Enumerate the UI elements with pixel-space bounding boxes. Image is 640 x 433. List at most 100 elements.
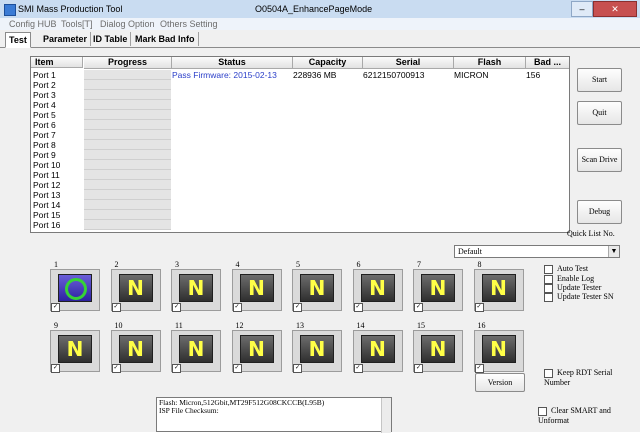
table-row[interactable]: Port 6 <box>31 120 569 130</box>
table-row[interactable]: Port 5 <box>31 110 569 120</box>
port-checkbox[interactable]: ✓ <box>172 303 181 312</box>
table-row[interactable]: Port 7 <box>31 130 569 140</box>
port-checkbox[interactable]: ✓ <box>414 303 423 312</box>
port-tile[interactable]: 14 N ✓ <box>352 321 403 374</box>
option-keep-rdt-serial[interactable]: Keep RDT Serial Number <box>544 368 640 387</box>
col-header-bad[interactable]: Bad ... <box>526 57 569 69</box>
port-checkbox[interactable]: ✓ <box>474 364 484 373</box>
log-scrollbar[interactable] <box>381 398 391 433</box>
tab-test[interactable]: Test <box>5 32 31 48</box>
checkbox[interactable] <box>544 292 553 302</box>
menu-tools[interactable]: Tools[T] <box>61 19 93 29</box>
menu-dialog-option[interactable]: Dialog Option <box>100 19 155 29</box>
debug-button[interactable]: Debug <box>577 200 622 224</box>
port-tile[interactable]: 3 N ✓ <box>171 260 221 313</box>
progress-bar <box>84 160 171 170</box>
port-checkbox[interactable]: ✓ <box>474 303 484 312</box>
port-checkbox[interactable]: ✓ <box>232 303 242 312</box>
port-checkbox[interactable]: ✓ <box>414 364 423 373</box>
col-header-status[interactable]: Status <box>172 57 293 69</box>
port-status-icon: N <box>481 335 516 363</box>
progress-bar <box>84 140 171 150</box>
port-tile[interactable]: 12 N ✓ <box>231 321 282 374</box>
close-button[interactable]: ✕ <box>593 1 637 17</box>
port-checkbox[interactable]: ✓ <box>353 303 363 312</box>
port-checkbox[interactable]: ✓ <box>232 364 242 373</box>
option-update-tester-sn[interactable]: Update Tester SN <box>544 292 614 302</box>
tab-parameter[interactable]: Parameter <box>40 32 92 46</box>
port-tile[interactable]: 1 ✓ <box>50 260 100 313</box>
cell-flash <box>454 100 525 110</box>
table-row[interactable]: Port 1 Pass Firmware: 2015-02-13 228936 MB… <box>31 70 569 80</box>
table-row[interactable]: Port 2 <box>31 80 569 90</box>
cell-item: Port 2 <box>33 80 56 90</box>
port-checkbox[interactable]: ✓ <box>172 364 181 373</box>
cell-capacity <box>293 170 362 180</box>
cell-item: Port 14 <box>33 200 61 210</box>
checkbox[interactable] <box>544 264 553 274</box>
col-header-flash[interactable]: Flash <box>454 57 526 69</box>
port-tile[interactable]: 4 N ✓ <box>231 260 282 313</box>
progress-bar <box>84 130 171 140</box>
tab-id-table[interactable]: ID Table <box>90 32 132 46</box>
option-clear-smart[interactable]: Clear SMART and Unformat <box>538 406 640 425</box>
table-row[interactable]: Port 10 <box>31 160 569 170</box>
port-tile[interactable]: 16 N ✓ <box>473 321 524 374</box>
port-tile[interactable]: 8 N ✓ <box>473 260 524 313</box>
table-row[interactable]: Port 9 <box>31 150 569 160</box>
port-checkbox[interactable]: ✓ <box>293 364 302 373</box>
cell-item: Port 5 <box>33 110 56 120</box>
cell-item: Port 15 <box>33 210 61 220</box>
col-header-progress[interactable]: Progress <box>84 57 172 69</box>
port-tile[interactable]: 5 N ✓ <box>292 260 342 313</box>
table-row[interactable]: Port 11 <box>31 170 569 180</box>
col-header-item[interactable]: Item <box>31 57 83 68</box>
col-header-serial[interactable]: Serial <box>363 57 454 69</box>
table-row[interactable]: Port 14 <box>31 200 569 210</box>
menu-config-hub[interactable]: Config HUB <box>9 19 57 29</box>
port-checkbox[interactable]: ✓ <box>293 303 302 312</box>
table-row[interactable]: Port 15 <box>31 210 569 220</box>
scan-drive-button[interactable]: Scan Drive <box>577 148 622 172</box>
menu-others-setting[interactable]: Others Setting <box>160 19 218 29</box>
table-row[interactable]: Port 16 <box>31 220 569 230</box>
cell-capacity <box>293 80 362 90</box>
table-row[interactable]: Port 8 <box>31 140 569 150</box>
table-row[interactable]: Port 3 <box>31 90 569 100</box>
port-checkbox[interactable]: ✓ <box>51 364 60 373</box>
port-tile[interactable]: 13 N ✓ <box>292 321 342 374</box>
col-header-capacity[interactable]: Capacity <box>293 57 363 69</box>
port-tile[interactable]: 9 N ✓ <box>50 321 100 374</box>
port-tile[interactable]: 7 N ✓ <box>413 260 463 313</box>
cell-status <box>172 220 292 230</box>
quick-list-select[interactable]: Default ▼ <box>454 245 620 258</box>
port-tile[interactable]: 10 N ✓ <box>110 321 161 374</box>
table-row[interactable]: Port 13 <box>31 190 569 200</box>
port-status-letter: N <box>369 276 386 300</box>
port-checkbox[interactable]: ✓ <box>51 303 60 312</box>
port-checkbox[interactable]: ✓ <box>111 303 121 312</box>
port-tile[interactable]: 11 N ✓ <box>171 321 221 374</box>
quit-button[interactable]: Quit <box>577 101 622 125</box>
checkbox[interactable] <box>544 368 553 378</box>
log-textarea[interactable]: Flash: Micron,512Gbit,MT29F512G08CKCCB(L… <box>156 397 392 433</box>
version-button[interactable]: Version <box>475 373 525 392</box>
option-auto-test[interactable]: Auto Test <box>544 264 588 274</box>
tab-mark-bad-info[interactable]: Mark Bad Info <box>132 32 199 46</box>
port-checkbox[interactable]: ✓ <box>353 364 363 373</box>
port-status-letter: N <box>187 337 205 361</box>
port-tile[interactable]: 6 N ✓ <box>352 260 403 313</box>
port-tile[interactable]: 2 N ✓ <box>110 260 161 313</box>
table-row[interactable]: Port 12 <box>31 180 569 190</box>
checkbox[interactable] <box>538 406 547 416</box>
progress-bar <box>84 100 171 110</box>
start-button[interactable]: Start <box>577 68 622 92</box>
port-tile[interactable]: 15 N ✓ <box>413 321 463 374</box>
port-checkbox[interactable]: ✓ <box>111 364 121 373</box>
port-status-letter: N <box>187 276 205 300</box>
table-row[interactable]: Port 4 <box>31 100 569 110</box>
cell-capacity <box>293 160 362 170</box>
minimize-button[interactable]: – <box>571 1 593 17</box>
quick-list-label: Quick List No. <box>567 229 615 238</box>
chevron-down-icon[interactable]: ▼ <box>608 246 619 257</box>
